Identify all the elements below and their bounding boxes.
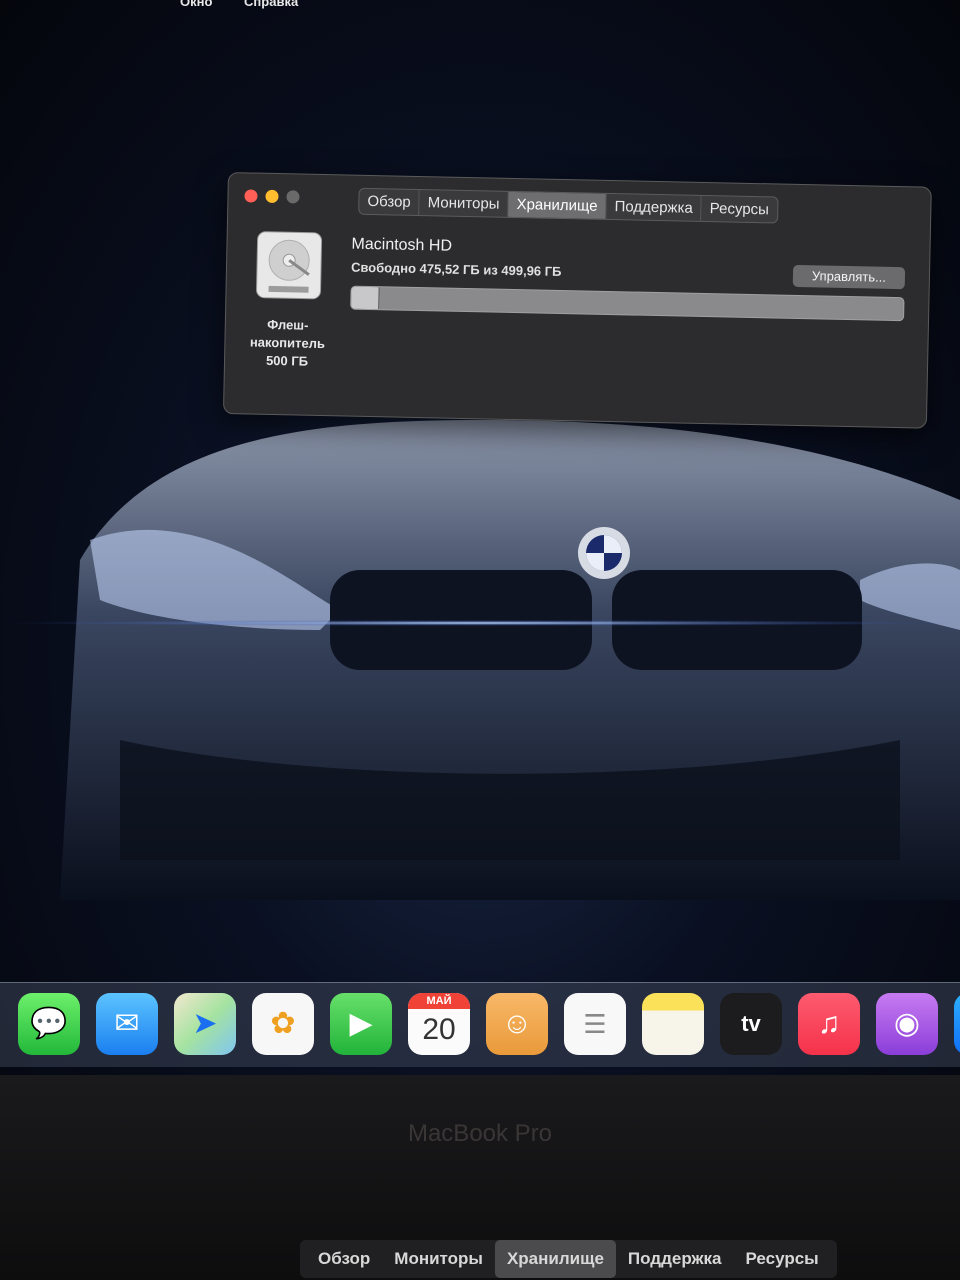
disk-label-line3: 500 ГБ [265, 352, 309, 369]
menu-help[interactable]: Справка [244, 0, 298, 9]
volume-free-space: Свободно 475,52 ГБ из 499,96 ГБ [350, 259, 562, 280]
close-button[interactable] [244, 189, 258, 203]
music-app-icon[interactable]: ♫ [798, 993, 860, 1055]
calendar-month: МАЙ [408, 993, 470, 1009]
window-controls [244, 189, 300, 204]
laptop-label: MacBook Pro [407, 1120, 553, 1147]
calendar-day: 20 [422, 1013, 456, 1046]
storage-usage-bar [350, 285, 905, 322]
touch-bar: Обзор Мониторы Хранилище Поддержка Ресур… [300, 1240, 837, 1278]
reminders-app-icon[interactable]: ☰ [564, 993, 626, 1055]
tab-displays[interactable]: Мониторы [419, 190, 509, 217]
contacts-app-icon[interactable]: ☺ [486, 993, 548, 1055]
notes-app-icon[interactable] [642, 993, 704, 1055]
desktop-screen: Окно Справка Обзор Мониторы Хранилище По… [0, 0, 960, 1075]
app-store-icon[interactable]: A [954, 993, 960, 1055]
storage-usage-fill [351, 286, 380, 310]
disk-label-line2: накопитель [249, 334, 326, 352]
about-this-mac-window: Обзор Мониторы Хранилище Поддержка Ресур… [222, 172, 932, 429]
volume-name: Macintosh HD [351, 235, 453, 255]
zoom-button[interactable] [286, 190, 300, 204]
mail-app-icon[interactable]: ✉ [96, 993, 158, 1055]
storage-panel: Флеш- накопитель 500 ГБ Macintosh HD Сво… [224, 219, 930, 424]
minimize-button[interactable] [265, 189, 279, 204]
menu-bar: Окно Справка [180, 0, 326, 9]
menu-window[interactable]: Окно [180, 0, 212, 9]
facetime-app-icon[interactable]: ▶ [330, 993, 392, 1055]
touchbar-support[interactable]: Поддержка [616, 1240, 734, 1278]
podcasts-app-icon[interactable]: ◉ [876, 993, 938, 1055]
touchbar-overview[interactable]: Обзор [306, 1240, 382, 1278]
tab-overview[interactable]: Обзор [359, 188, 420, 216]
photos-app-icon[interactable]: ✿ [252, 993, 314, 1055]
touchbar-storage[interactable]: Хранилище [494, 1240, 616, 1278]
tab-bar: Обзор Мониторы Хранилище Поддержка Ресур… [358, 187, 779, 224]
wallpaper-car [0, 420, 960, 900]
tab-support[interactable]: Поддержка [606, 193, 703, 221]
disk-label: Флеш- накопитель 500 ГБ [239, 315, 336, 371]
touchbar-resources[interactable]: Ресурсы [734, 1240, 831, 1278]
touchbar-displays[interactable]: Мониторы [382, 1240, 495, 1278]
hard-drive-icon [256, 231, 323, 300]
calendar-app-icon[interactable]: МАЙ 20 [408, 993, 470, 1055]
maps-app-icon[interactable]: ➤ [174, 993, 236, 1055]
tab-storage[interactable]: Хранилище [508, 191, 607, 219]
manage-button[interactable]: Управлять... [792, 264, 906, 290]
tab-resources[interactable]: Ресурсы [702, 196, 778, 223]
messages-app-icon[interactable]: 💬 [18, 993, 80, 1055]
dock-icons: 💬 ✉ ➤ ✿ ▶ МАЙ 20 ☺ ☰ tv ♫ ◉ A [18, 993, 960, 1055]
tv-app-icon[interactable]: tv [720, 993, 782, 1055]
disk-label-line1: Флеш- [267, 316, 309, 333]
